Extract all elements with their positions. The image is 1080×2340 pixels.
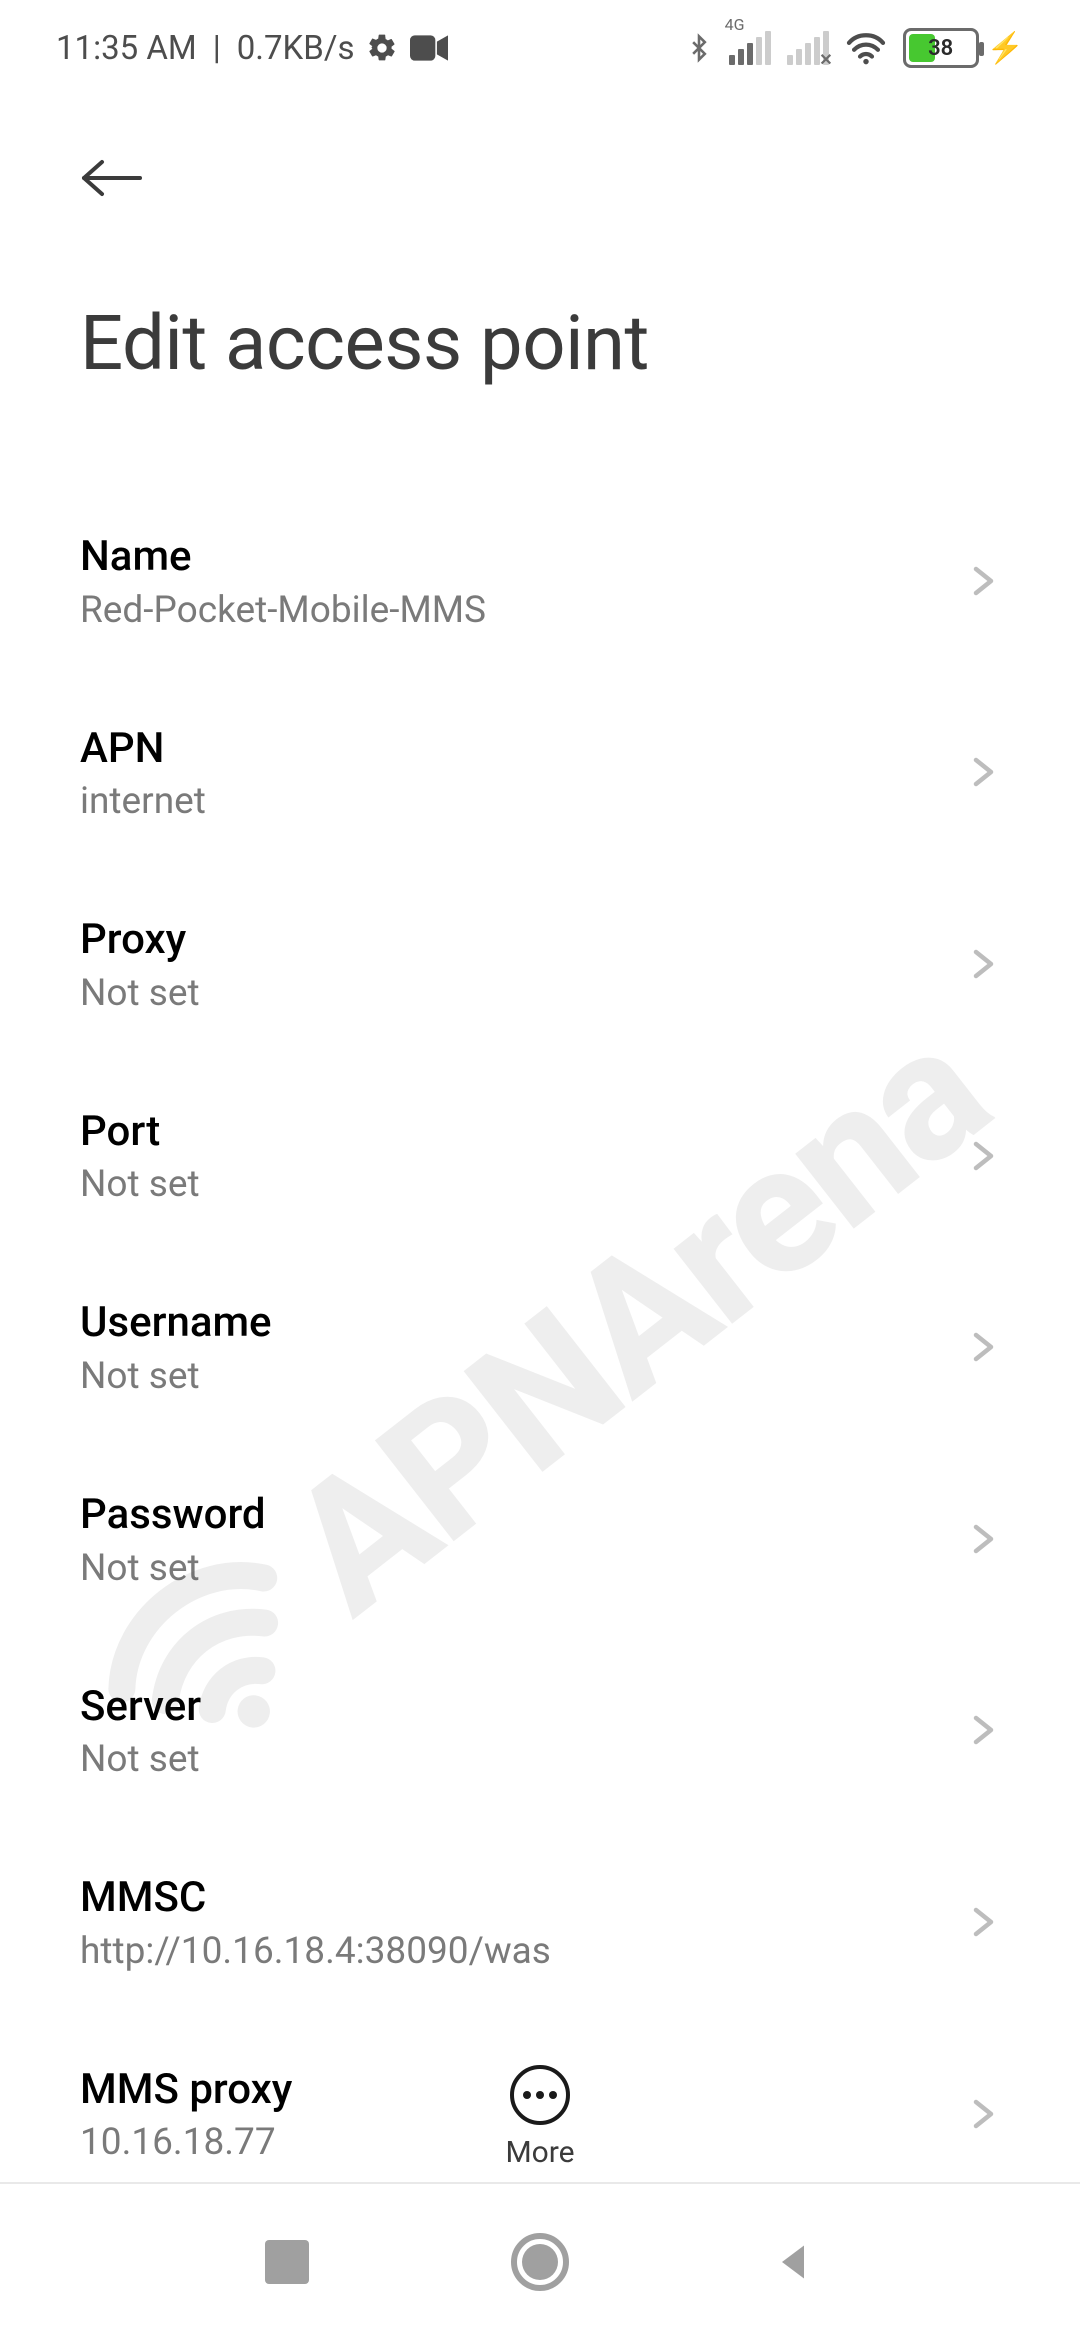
bluetooth-icon (685, 29, 713, 67)
setting-label: Proxy (80, 913, 200, 968)
setting-row-password[interactable]: Password Not set (80, 1466, 1000, 1658)
setting-row-port[interactable]: Port Not set (80, 1083, 1000, 1275)
setting-row-name[interactable]: Name Red-Pocket-Mobile-MMS (80, 508, 1000, 700)
gear-icon (366, 32, 398, 64)
navigation-bar (0, 2184, 1080, 2340)
setting-row-proxy[interactable]: Proxy Not set (80, 891, 1000, 1083)
status-separator: | (213, 29, 221, 68)
circle-icon (511, 2233, 569, 2291)
more-label: More (505, 2135, 574, 2170)
setting-label: Port (80, 1105, 200, 1160)
setting-label: Password (80, 1488, 266, 1543)
nav-recents-button[interactable] (247, 2222, 327, 2302)
more-icon (510, 2065, 570, 2125)
chevron-right-icon (964, 946, 1000, 982)
more-button[interactable]: More (505, 2065, 574, 2170)
settings-list: APNArena Name Red-Pocket-Mobile-MMS APN … (0, 508, 1080, 2282)
status-left: 11:35 AM | 0.7KB/s (56, 29, 448, 68)
wifi-icon (845, 31, 887, 65)
network-tag: 4G (725, 15, 745, 34)
status-time: 11:35 AM (56, 29, 197, 68)
setting-row-mmsc[interactable]: MMSC http://10.16.18.4:38090/was (80, 1849, 1000, 2041)
chevron-right-icon (964, 1904, 1000, 1940)
setting-row-server[interactable]: Server Not set (80, 1658, 1000, 1850)
signal-secondary-icon: ✕ (787, 31, 829, 65)
setting-row-username[interactable]: Username Not set (80, 1274, 1000, 1466)
setting-value: Not set (80, 1738, 201, 1781)
nav-back-button[interactable] (753, 2222, 833, 2302)
page-title: Edit access point (80, 298, 1000, 388)
arrow-left-icon (80, 158, 148, 198)
chevron-right-icon (964, 563, 1000, 599)
bottom-action-bar: More (0, 2065, 1080, 2170)
setting-value: Not set (80, 1163, 200, 1206)
signal-primary-icon: 4G (729, 31, 771, 65)
header: Edit access point (0, 96, 1080, 388)
setting-label: APN (80, 722, 206, 777)
chevron-right-icon (964, 1329, 1000, 1365)
setting-label: Username (80, 1296, 272, 1351)
status-bar: 11:35 AM | 0.7KB/s 4G ✕ 38 ⚡ (0, 0, 1080, 96)
setting-label: Name (80, 530, 486, 585)
triangle-left-icon (771, 2240, 815, 2284)
back-button[interactable] (80, 138, 160, 218)
charging-icon: ⚡ (987, 31, 1024, 66)
chevron-right-icon (964, 1712, 1000, 1748)
setting-value: Red-Pocket-Mobile-MMS (80, 589, 486, 632)
status-right: 4G ✕ 38 ⚡ (685, 28, 1024, 68)
status-data-rate: 0.7KB/s (237, 29, 355, 68)
setting-value: internet (80, 780, 206, 823)
setting-label: Server (80, 1680, 201, 1735)
setting-value: Not set (80, 1547, 266, 1590)
setting-row-apn[interactable]: APN internet (80, 700, 1000, 892)
battery-indicator: 38 ⚡ (903, 28, 1024, 68)
setting-value: Not set (80, 1355, 272, 1398)
square-icon (265, 2240, 309, 2284)
nav-home-button[interactable] (500, 2222, 580, 2302)
chevron-right-icon (964, 1521, 1000, 1557)
setting-label: MMSC (80, 1871, 551, 1926)
chevron-right-icon (964, 1138, 1000, 1174)
video-camera-icon (410, 35, 448, 61)
setting-value: Not set (80, 972, 200, 1015)
setting-value: http://10.16.18.4:38090/was (80, 1930, 551, 1973)
chevron-right-icon (964, 754, 1000, 790)
battery-percent: 38 (906, 36, 976, 61)
